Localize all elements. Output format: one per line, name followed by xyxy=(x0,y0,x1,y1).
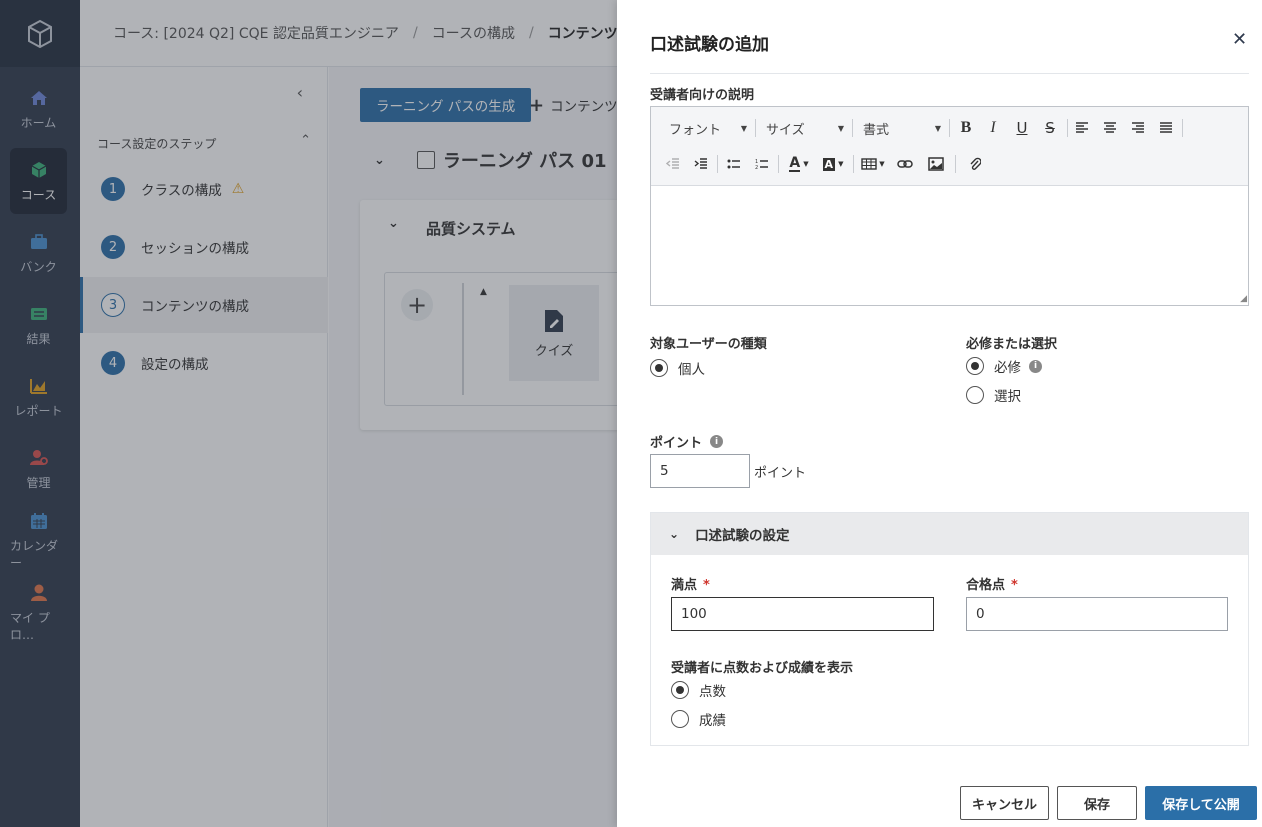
save-and-publish-button[interactable]: 保存して公開 xyxy=(1145,786,1257,820)
optional-option-label: 選択 xyxy=(994,389,1021,405)
display-score-radio[interactable]: 点数 xyxy=(671,680,726,700)
close-icon[interactable]: ✕ xyxy=(1232,29,1247,50)
display-score-label: 点数 xyxy=(699,684,726,700)
description-label: 受講者向けの説明 xyxy=(650,88,755,103)
radio-unselected-icon xyxy=(671,710,689,728)
table-icon[interactable]: ▼ xyxy=(859,154,887,174)
display-grade-radio[interactable]: 成績 xyxy=(671,709,726,729)
link-icon[interactable] xyxy=(895,154,915,174)
add-oral-exam-panel: 口述試験の追加 ✕ 受講者向けの説明 フォント ▼ サイズ ▼ 書式 ▼ B I U … xyxy=(617,0,1262,827)
radio-selected-icon xyxy=(966,357,984,375)
max-score-label: 満点 xyxy=(671,578,698,593)
highlight-color-icon[interactable]: A ▼ xyxy=(819,154,847,174)
toolbar-divider xyxy=(1067,119,1068,137)
align-right-icon[interactable] xyxy=(1128,118,1148,138)
font-select[interactable]: フォント ▼ xyxy=(669,117,747,139)
bullet-list-icon[interactable] xyxy=(724,154,744,174)
numbered-list-icon[interactable]: 12 xyxy=(752,154,772,174)
user-type-label: 対象ユーザーの種類 xyxy=(650,337,767,352)
cancel-button[interactable]: キャンセル xyxy=(960,786,1049,820)
max-score-input[interactable]: 100 xyxy=(671,597,934,631)
pass-score-label: 合格点 xyxy=(966,578,1006,593)
caret-down-icon: ▼ xyxy=(837,123,844,133)
required-radio[interactable]: 必修 i xyxy=(966,356,1042,376)
align-justify-icon[interactable] xyxy=(1156,118,1176,138)
underline-icon[interactable]: U xyxy=(1012,118,1032,138)
save-button[interactable]: 保存 xyxy=(1057,786,1137,820)
size-select-label: サイズ xyxy=(766,122,805,138)
format-select-label: 書式 xyxy=(863,122,890,138)
editor-body[interactable] xyxy=(651,186,1248,305)
settings-section-header[interactable]: ⌄ 口述試験の設定 xyxy=(651,513,1248,555)
points-label: ポイント xyxy=(650,436,703,451)
chevron-down-icon: ⌄ xyxy=(669,527,680,541)
toolbar-divider xyxy=(949,119,950,137)
toolbar-divider xyxy=(1182,119,1183,137)
text-color-icon[interactable]: A ▼ xyxy=(785,154,813,174)
align-left-icon[interactable] xyxy=(1072,118,1092,138)
bold-icon[interactable]: B xyxy=(956,118,976,138)
strikethrough-icon[interactable]: S xyxy=(1040,118,1060,138)
resize-handle-icon[interactable]: ◢ xyxy=(1240,294,1247,304)
required-label: 必修または選択 xyxy=(966,337,1058,352)
pass-score-label-row: 合格点 * xyxy=(966,574,1018,593)
settings-section-title: 口述試験の設定 xyxy=(695,528,790,544)
font-select-label: フォント xyxy=(669,122,722,138)
oral-exam-settings-section: ⌄ 口述試験の設定 満点 * 100 合格点 * 0 受講者に点数および成績を表示 … xyxy=(650,512,1249,746)
points-unit: ポイント xyxy=(754,466,807,481)
points-input[interactable]: 5 xyxy=(650,454,750,488)
points-label-row: ポイント i xyxy=(650,432,724,451)
indent-icon[interactable] xyxy=(691,154,711,174)
rich-text-editor: フォント ▼ サイズ ▼ 書式 ▼ B I U S 12 A ▼ A ▼ ▼ ◢ xyxy=(650,106,1249,306)
display-grade-label: 成績 xyxy=(699,713,726,729)
max-score-label-row: 満点 * xyxy=(671,574,710,593)
panel-title: 口述試験の追加 xyxy=(650,35,769,55)
align-center-icon[interactable] xyxy=(1100,118,1120,138)
radio-selected-icon xyxy=(671,681,689,699)
divider xyxy=(650,73,1249,74)
toolbar-divider xyxy=(955,155,956,173)
pass-score-input[interactable]: 0 xyxy=(966,597,1228,631)
radio-selected-icon xyxy=(650,359,668,377)
radio-unselected-icon xyxy=(966,386,984,404)
optional-radio[interactable]: 選択 xyxy=(966,385,1021,405)
user-type-individual-label: 個人 xyxy=(678,362,705,378)
required-option-label: 必修 xyxy=(994,360,1021,376)
size-select[interactable]: サイズ ▼ xyxy=(766,117,844,139)
toolbar-divider xyxy=(755,119,756,137)
required-asterisk: * xyxy=(703,578,710,593)
display-result-label: 受講者に点数および成績を表示 xyxy=(671,661,854,676)
editor-toolbar: フォント ▼ サイズ ▼ 書式 ▼ B I U S 12 A ▼ A ▼ ▼ xyxy=(651,107,1248,186)
toolbar-divider xyxy=(717,155,718,173)
italic-icon[interactable]: I xyxy=(983,118,1003,138)
image-icon[interactable] xyxy=(926,154,946,174)
info-icon[interactable]: i xyxy=(710,435,724,448)
svg-text:2: 2 xyxy=(755,165,758,170)
user-type-individual-radio[interactable]: 個人 xyxy=(650,358,705,378)
info-icon[interactable]: i xyxy=(1029,359,1042,373)
outdent-icon[interactable] xyxy=(663,154,683,174)
caret-down-icon: ▼ xyxy=(934,123,941,133)
toolbar-divider xyxy=(853,155,854,173)
toolbar-divider xyxy=(778,155,779,173)
required-asterisk: * xyxy=(1011,578,1018,593)
caret-down-icon: ▼ xyxy=(740,123,747,133)
attachment-icon[interactable] xyxy=(965,154,985,174)
toolbar-divider xyxy=(852,119,853,137)
format-select[interactable]: 書式 ▼ xyxy=(863,117,941,139)
